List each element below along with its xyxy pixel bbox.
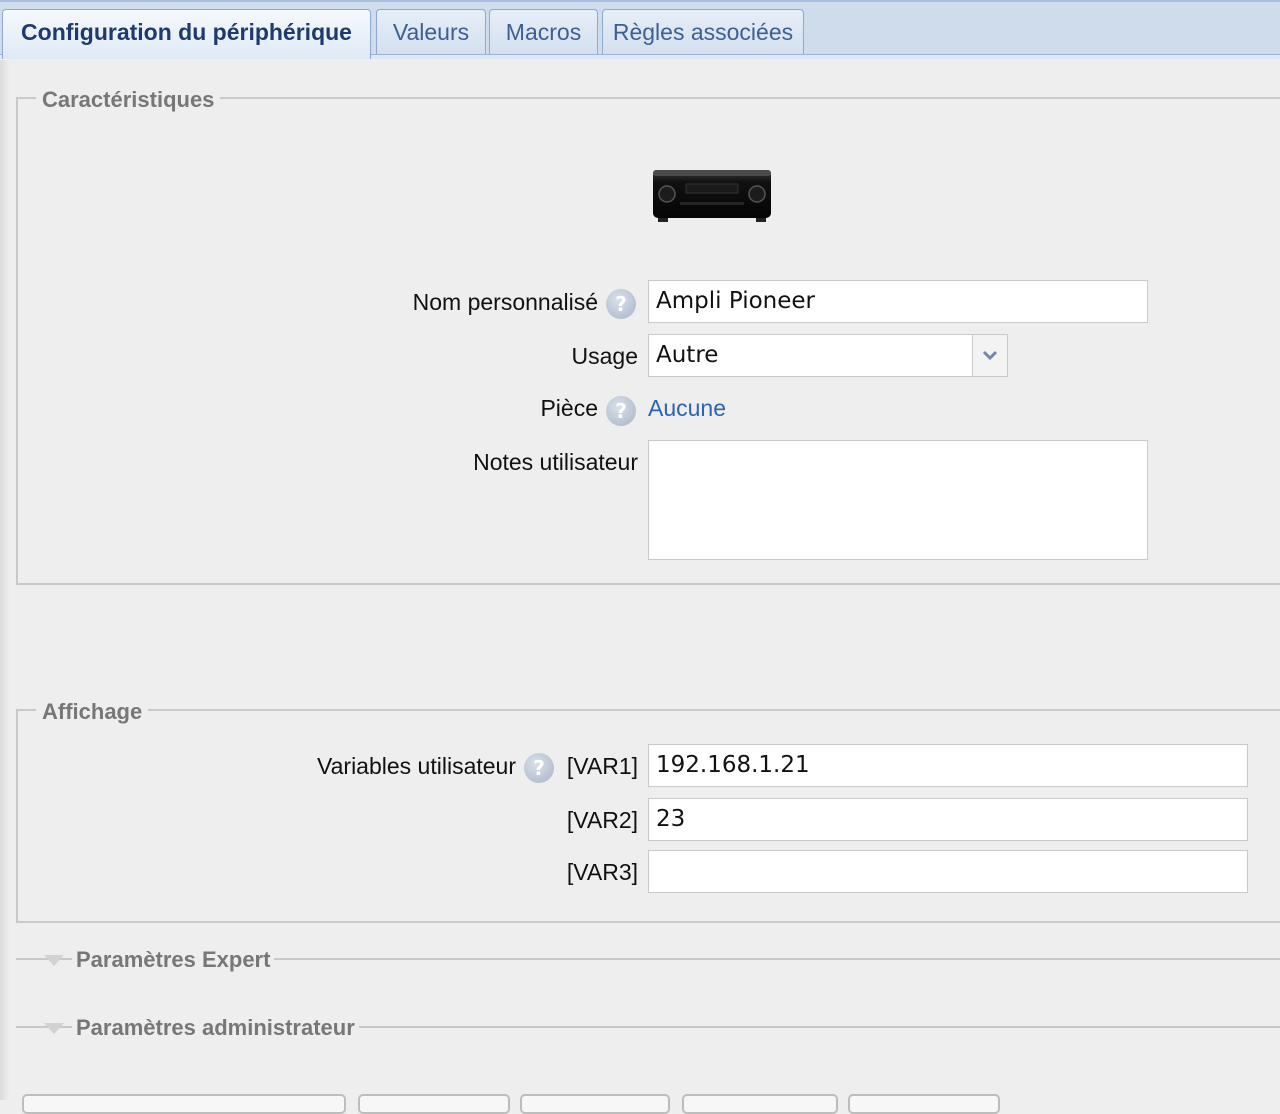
room-label: Pièce xyxy=(540,395,598,421)
help-icon[interactable]: ? xyxy=(606,396,636,426)
custom-name-label: Nom personnalisé xyxy=(412,289,598,315)
var1-tag: [VAR1] xyxy=(566,753,638,779)
action-button[interactable] xyxy=(358,1094,510,1114)
action-button[interactable] xyxy=(682,1094,838,1114)
user-notes-label: Notes utilisateur xyxy=(473,449,638,475)
var2-input[interactable]: 23 xyxy=(648,798,1248,841)
custom-name-input[interactable]: Ampli Pioneer xyxy=(648,280,1148,323)
characteristics-legend: Caractéristiques xyxy=(36,87,221,113)
action-button[interactable] xyxy=(22,1094,346,1114)
expand-triangle-icon[interactable] xyxy=(44,1023,64,1034)
expand-triangle-icon[interactable] xyxy=(44,955,64,966)
help-icon[interactable]: ? xyxy=(524,753,554,783)
usage-select[interactable]: Autre xyxy=(648,334,1008,377)
user-notes-textarea[interactable] xyxy=(648,440,1148,560)
left-edge-shadow xyxy=(0,60,10,1100)
var2-tag: [VAR2] xyxy=(566,807,638,833)
tab-associated-rules[interactable]: Règles associées xyxy=(602,9,804,54)
var3-tag: [VAR3] xyxy=(566,859,638,885)
tab-device-configuration[interactable]: Configuration du périphérique xyxy=(2,9,371,59)
room-link[interactable]: Aucune xyxy=(648,394,726,422)
admin-settings-toggle[interactable]: Paramètres administrateur xyxy=(72,1015,359,1041)
av-receiver-icon xyxy=(650,168,774,224)
chevron-down-icon[interactable] xyxy=(972,335,1007,376)
expert-settings-toggle[interactable]: Paramètres Expert xyxy=(72,947,275,973)
display-legend: Affichage xyxy=(36,699,149,725)
action-button[interactable] xyxy=(848,1094,1000,1114)
tab-values[interactable]: Valeurs xyxy=(376,9,486,54)
var3-input[interactable] xyxy=(648,850,1248,893)
var1-input[interactable]: 192.168.1.21 xyxy=(648,744,1248,787)
usage-label: Usage xyxy=(571,343,638,369)
user-variables-label: Variables utilisateur xyxy=(316,753,516,779)
action-button[interactable] xyxy=(520,1094,670,1114)
usage-selected-value: Autre xyxy=(656,342,719,368)
help-icon[interactable]: ? xyxy=(606,289,636,319)
tab-macros[interactable]: Macros xyxy=(489,9,598,54)
